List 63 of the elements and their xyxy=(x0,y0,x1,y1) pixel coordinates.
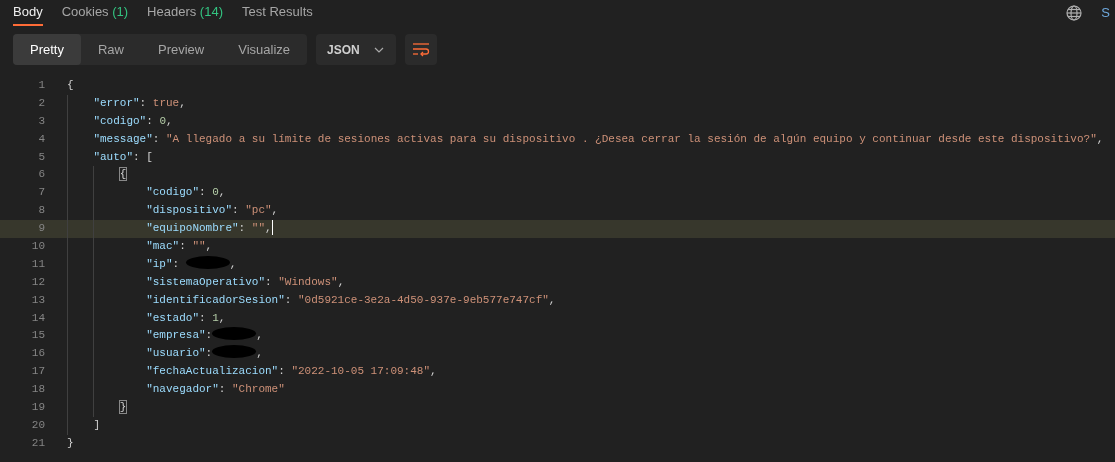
response-tab[interactable]: Cookies (1) xyxy=(61,1,129,26)
line-number: 6 xyxy=(37,167,45,183)
code-line: { xyxy=(119,167,127,183)
response-tab[interactable]: Headers (14) xyxy=(147,1,223,26)
code-line: } xyxy=(67,435,74,451)
redaction-mark xyxy=(212,345,257,359)
code-line: "navegador": "Chrome" xyxy=(146,382,285,398)
view-mode-tab[interactable]: Pretty xyxy=(13,34,81,65)
response-tab[interactable]: Test Results xyxy=(242,1,313,26)
view-mode-tab[interactable]: Raw xyxy=(80,34,141,65)
line-number: 12 xyxy=(30,274,45,290)
code-line: { xyxy=(67,78,74,93)
code-line: "identificadorSesion": "0d5921ce-3e2a-4d50-937e-9eb577e747cf", xyxy=(146,292,556,308)
wrap-lines-icon xyxy=(411,41,430,58)
line-number: 16 xyxy=(30,346,45,362)
code-line: "error": true, xyxy=(93,95,186,111)
redaction-mark xyxy=(185,255,230,269)
code-line: "mac": "", xyxy=(146,239,213,254)
line-number: 3 xyxy=(37,113,45,129)
line-number: 18 xyxy=(30,382,45,398)
line-number: 19 xyxy=(30,400,45,416)
line-number: 21 xyxy=(30,435,45,451)
line-number: 9 xyxy=(37,221,45,237)
line-number: 13 xyxy=(30,292,45,308)
code-line: "dispositivo": "pc", xyxy=(146,203,279,219)
line-number: 4 xyxy=(37,131,45,147)
line-number: 11 xyxy=(30,256,45,272)
line-number: 7 xyxy=(37,185,45,201)
line-number: 10 xyxy=(30,239,45,254)
response-tab[interactable]: Body xyxy=(13,1,43,26)
code-text: "ip": xyxy=(146,256,181,272)
line-number: 17 xyxy=(30,364,45,380)
line-number: 8 xyxy=(37,203,45,219)
code-text: , xyxy=(256,328,263,344)
format-dropdown[interactable]: JSON xyxy=(316,34,396,65)
code-text: , xyxy=(229,256,237,272)
code-line: "sistemaOperativo": "Windows", xyxy=(146,274,345,290)
line-number: 14 xyxy=(30,310,45,326)
redaction-mark xyxy=(212,327,257,341)
wrap-lines-button[interactable] xyxy=(404,34,437,65)
line-number: 2 xyxy=(37,95,45,111)
line-number: 20 xyxy=(30,417,45,433)
globe-icon[interactable] xyxy=(1066,5,1083,21)
view-mode-tab[interactable]: Preview xyxy=(141,34,222,65)
code-line: "codigo": 0, xyxy=(146,185,226,201)
view-mode-tab[interactable]: Visualize xyxy=(221,34,308,65)
code-text: "usuario": xyxy=(146,346,213,362)
code-line: "fechaActualizacion": "2022-10-05 17:09:48", xyxy=(146,364,437,380)
line-number: 15 xyxy=(30,328,45,344)
code-line: "auto": [ xyxy=(93,149,153,165)
line-number: 5 xyxy=(37,149,45,165)
code-line: "codigo": 0, xyxy=(93,113,173,129)
code-text: "empresa": xyxy=(146,328,213,344)
code-line: ] xyxy=(93,417,100,433)
code-line: "estado": 1, xyxy=(146,310,226,326)
chevron-down-icon xyxy=(373,46,384,53)
code-text: , xyxy=(256,346,263,362)
code-line: } xyxy=(119,400,127,416)
line-number: 1 xyxy=(37,78,45,93)
code-line: "message": "A llegado a su límite de sesiones activas para su dispositivo . ¿Desea cerrar la sesión de algún equipo y continuar desde este dispositivo?", xyxy=(93,131,1104,147)
code-line: "equipoNombre": "", xyxy=(146,221,272,237)
edge-text: S xyxy=(1101,3,1110,22)
text-cursor xyxy=(271,220,273,236)
